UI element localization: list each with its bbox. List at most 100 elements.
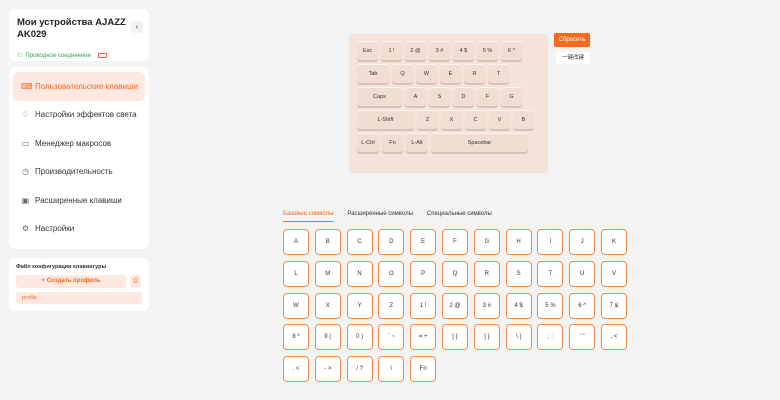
collapse-sidebar-button[interactable]: ‹ [131,21,143,33]
keyboard-key-6[interactable]: 6 ^ [501,41,522,60]
device-title: Мои устройства AJAZZ AK029 [17,17,126,40]
key-option-u[interactable]: U [569,260,596,287]
profile-list-item[interactable]: profile [16,292,142,304]
key-option-f[interactable]: F [441,229,468,255]
key-option-sym[interactable]: \ [378,356,405,383]
key-option-e[interactable]: E [410,229,437,255]
key-option-j[interactable]: J [569,229,596,255]
key-option-k[interactable]: K [600,229,627,255]
symbol-tabs: Базовые символы Расширенные символы Специа… [283,211,492,222]
key-option-0[interactable]: 0 ) [346,324,373,351]
sidebar-item-0[interactable]: ⌨ Пользовательские клавиши [13,72,145,101]
key-option-c[interactable]: C [346,229,373,255]
key-option-t[interactable]: T [537,260,564,287]
sidebar-item-4[interactable]: ▣ Расширенные клавиши [13,186,145,215]
key-option-m[interactable]: M [314,260,341,287]
keyboard-key-3[interactable]: 3 # [429,41,450,60]
keyboard-key-g[interactable]: G [501,87,522,106]
keyboard-key-x[interactable]: X [441,110,462,129]
key-option-sym[interactable]: \ | [505,324,532,351]
key-option-2[interactable]: 2 @ [441,292,468,319]
key-option-1[interactable]: 1 ! [410,292,437,319]
key-option-sym[interactable]: [ { [441,324,468,351]
one-click-remap-button[interactable]: 一键改键 [556,52,590,64]
keyboard-key-fn[interactable]: Fn [382,133,403,152]
key-option-p[interactable]: P [410,260,437,287]
create-profile-button[interactable]: + Создать профиль [16,275,126,288]
key-option-sym[interactable]: = + [410,324,437,351]
keyboard-key-r[interactable]: R [464,64,485,83]
key-option-i[interactable]: I [537,229,564,255]
key-option-h[interactable]: H [505,229,532,255]
key-option-w[interactable]: W [283,292,309,319]
key-option-a[interactable]: A [283,229,309,255]
tab-1[interactable]: Расширенные символы [347,211,413,222]
key-option-sym[interactable]: ` ~ [378,324,405,351]
keyboard-key-e[interactable]: E [440,64,461,83]
sidebar-item-3[interactable]: ◷ Производительность [13,158,145,187]
key-option-3[interactable]: 3 # [473,292,500,319]
keyboard-key-f[interactable]: F [477,87,498,106]
key-option-sym[interactable]: . < [283,356,309,383]
key-option-fn[interactable]: Fn [410,356,437,383]
key-option-sym[interactable]: / ? [346,356,373,383]
keyboard-key-esc[interactable]: Esc [357,41,378,60]
import-profile-button[interactable]: ⎙ [130,275,141,288]
key-option-z[interactable]: Z [378,292,405,319]
battery-icon [97,53,107,58]
keyboard-key-caps[interactable]: Caps [357,87,402,106]
keyboard-key-s[interactable]: S [429,87,450,106]
sidebar-item-2[interactable]: ▭ Менеджер макросов [13,129,145,158]
keyboard-key-d[interactable]: D [453,87,474,106]
key-option-b[interactable]: B [314,229,341,255]
key-option-y[interactable]: Y [346,292,373,319]
key-option-9[interactable]: 9 ( [314,324,341,351]
key-option-6[interactable]: 6 ^ [569,292,596,319]
key-option-sym[interactable]: ; : [537,324,564,351]
keyboard-key-b[interactable]: B [513,110,534,129]
keyboard-key-tab[interactable]: Tab [357,64,389,83]
key-option-l[interactable]: L [283,260,309,287]
key-option-v[interactable]: V [600,260,627,287]
key-option-r[interactable]: R [473,260,500,287]
keyboard-key-l-ctrl[interactable]: L-Ctrl [357,133,379,152]
key-option-5[interactable]: 5 % [537,292,564,319]
key-option-g[interactable]: G [473,229,500,255]
keyboard-key-w[interactable]: W [416,64,437,83]
key-option-7[interactable]: 7 & [600,292,627,319]
key-option-sym[interactable]: , < [600,324,627,351]
keyboard-key-c[interactable]: C [465,110,486,129]
keyboard-key-q[interactable]: Q [392,64,413,83]
key-option-x[interactable]: X [314,292,341,319]
key-option-sym[interactable]: - > [314,356,341,383]
key-option-sym[interactable]: ] } [473,324,500,351]
keyboard-key-l-shift[interactable]: L-Shift [357,110,414,129]
key-option-4[interactable]: 4 $ [505,292,532,319]
tab-2[interactable]: Специальные символы [427,211,492,222]
keyboard-key-2[interactable]: 2 @ [405,41,426,60]
key-option-n[interactable]: N [346,260,373,287]
tab-0[interactable]: Базовые символы [283,211,334,222]
keyboard-row: L-Ctrl Fn L-Alt Spacebar [357,133,540,152]
keyboard-key-spacebar[interactable]: Spacebar [431,133,528,152]
keyboard-key-l-alt[interactable]: L-Alt [406,133,428,152]
gear-icon: ⚙ [21,224,30,234]
keyboard-key-5[interactable]: 5 % [477,41,498,60]
sidebar-item-5[interactable]: ⚙ Настройки [13,215,145,244]
key-option-sym[interactable]: ' " [569,324,596,351]
key-option-d[interactable]: D [378,229,405,255]
keyboard-key-t[interactable]: T [488,64,509,83]
keyboard-key-4[interactable]: 4 $ [453,41,474,60]
keyboard-key-a[interactable]: A [405,87,426,106]
keyboard-icon: ⌨ [21,81,33,91]
sidebar-menu: ⌨ Пользовательские клавиши ♢ Настройки эффе… [9,67,149,249]
sidebar-item-1[interactable]: ♢ Настройки эффектов света [13,101,145,130]
key-option-q[interactable]: Q [441,260,468,287]
reset-button[interactable]: Сбросить [554,33,590,47]
key-option-s[interactable]: S [505,260,532,287]
key-option-8[interactable]: 8 * [283,324,309,351]
keyboard-key-v[interactable]: V [489,110,510,129]
keyboard-key-1[interactable]: 1 ! [381,41,402,60]
keyboard-key-z[interactable]: Z [417,110,438,129]
key-option-o[interactable]: O [378,260,405,287]
